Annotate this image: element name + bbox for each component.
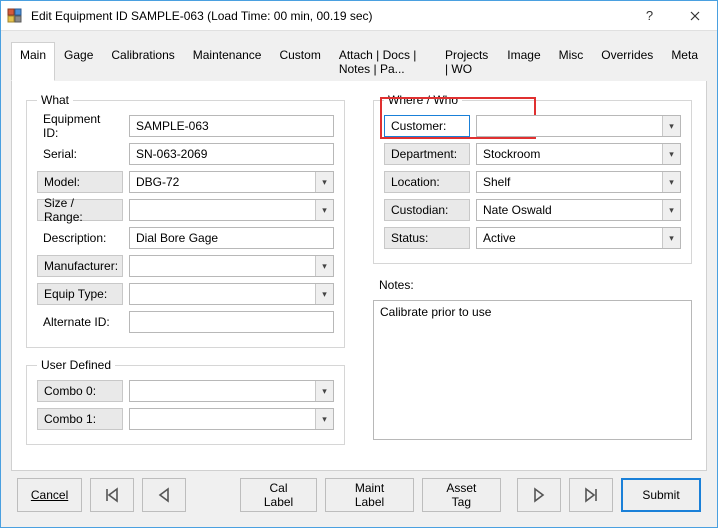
department-combo[interactable] bbox=[476, 143, 681, 165]
equip-type-combo[interactable] bbox=[129, 283, 334, 305]
group-where-who: Where / Who Customer: ▾ Department: bbox=[373, 93, 692, 264]
chevron-down-icon[interactable]: ▾ bbox=[315, 256, 333, 276]
asset-tag-button[interactable]: Asset Tag bbox=[422, 478, 501, 512]
tab-gage[interactable]: Gage bbox=[55, 42, 102, 81]
tab-attach[interactable]: Attach | Docs | Notes | Pa... bbox=[330, 42, 436, 81]
custodian-combo[interactable] bbox=[476, 199, 681, 221]
serial-field[interactable] bbox=[129, 143, 334, 165]
label-custodian[interactable]: Custodian: bbox=[384, 199, 470, 221]
tab-overrides[interactable]: Overrides bbox=[592, 42, 662, 81]
label-equip-type[interactable]: Equip Type: bbox=[37, 283, 123, 305]
group-what-legend: What bbox=[37, 93, 73, 107]
group-user-defined: User Defined Combo 0: ▾ Combo 1: bbox=[26, 358, 345, 445]
label-location[interactable]: Location: bbox=[384, 171, 470, 193]
label-department[interactable]: Department: bbox=[384, 143, 470, 165]
label-description: Description: bbox=[37, 227, 123, 249]
titlebar: Edit Equipment ID SAMPLE-063 (Load Time:… bbox=[1, 1, 717, 31]
chevron-down-icon[interactable]: ▾ bbox=[662, 200, 680, 220]
size-range-combo[interactable] bbox=[129, 199, 334, 221]
tab-main[interactable]: Main bbox=[11, 42, 55, 81]
first-record-button[interactable] bbox=[90, 478, 134, 512]
chevron-down-icon[interactable]: ▾ bbox=[662, 228, 680, 248]
tab-custom[interactable]: Custom bbox=[270, 42, 329, 81]
label-alternate-id: Alternate ID: bbox=[37, 311, 123, 333]
location-combo[interactable] bbox=[476, 171, 681, 193]
last-record-button[interactable] bbox=[569, 478, 613, 512]
label-serial: Serial: bbox=[37, 143, 123, 165]
label-equipment-id: Equipment ID: bbox=[37, 115, 123, 137]
model-combo[interactable] bbox=[129, 171, 334, 193]
cancel-button[interactable]: Cancel bbox=[17, 478, 82, 512]
label-combo1[interactable]: Combo 1: bbox=[37, 408, 123, 430]
window: Edit Equipment ID SAMPLE-063 (Load Time:… bbox=[0, 0, 718, 528]
notes-field[interactable] bbox=[373, 300, 692, 440]
chevron-down-icon[interactable]: ▾ bbox=[662, 144, 680, 164]
status-combo[interactable] bbox=[476, 227, 681, 249]
submit-button[interactable]: Submit bbox=[621, 478, 701, 512]
tab-panel-main: What Equipment ID: Serial: Model: bbox=[11, 81, 707, 471]
tab-projects[interactable]: Projects | WO bbox=[436, 42, 498, 81]
chevron-down-icon[interactable]: ▾ bbox=[315, 381, 333, 401]
group-where-legend: Where / Who bbox=[384, 93, 462, 107]
description-field[interactable] bbox=[129, 227, 334, 249]
equipment-id-field[interactable] bbox=[129, 115, 334, 137]
chevron-down-icon[interactable]: ▾ bbox=[315, 284, 333, 304]
label-manufacturer[interactable]: Manufacturer: bbox=[37, 255, 123, 277]
next-record-button[interactable] bbox=[517, 478, 561, 512]
label-combo0[interactable]: Combo 0: bbox=[37, 380, 123, 402]
combo1-field[interactable] bbox=[129, 408, 334, 430]
label-model[interactable]: Model: bbox=[37, 171, 123, 193]
app-icon bbox=[7, 8, 23, 24]
tab-strip: Main Gage Calibrations Maintenance Custo… bbox=[11, 41, 707, 81]
tab-misc[interactable]: Misc bbox=[550, 42, 593, 81]
chevron-down-icon[interactable]: ▾ bbox=[315, 200, 333, 220]
chevron-down-icon[interactable]: ▾ bbox=[662, 116, 680, 136]
right-column: Where / Who Customer: ▾ Department: bbox=[373, 93, 692, 460]
manufacturer-combo[interactable] bbox=[129, 255, 334, 277]
tab-calibrations[interactable]: Calibrations bbox=[102, 42, 183, 81]
label-notes: Notes: bbox=[373, 274, 420, 296]
tab-image[interactable]: Image bbox=[498, 42, 549, 81]
chevron-down-icon[interactable]: ▾ bbox=[662, 172, 680, 192]
combo0-field[interactable] bbox=[129, 380, 334, 402]
cal-label-button[interactable]: Cal Label bbox=[240, 478, 318, 512]
label-customer[interactable]: Customer: bbox=[384, 115, 470, 137]
close-button[interactable] bbox=[672, 1, 717, 31]
group-what: What Equipment ID: Serial: Model: bbox=[26, 93, 345, 348]
label-size-range[interactable]: Size / Range: bbox=[37, 199, 123, 221]
maint-label-button[interactable]: Maint Label bbox=[325, 478, 413, 512]
client-area: Main Gage Calibrations Maintenance Custo… bbox=[1, 31, 717, 527]
prev-record-button[interactable] bbox=[142, 478, 186, 512]
help-button[interactable]: ? bbox=[627, 1, 672, 31]
chevron-down-icon[interactable]: ▾ bbox=[315, 172, 333, 192]
chevron-down-icon[interactable]: ▾ bbox=[315, 409, 333, 429]
label-status[interactable]: Status: bbox=[384, 227, 470, 249]
window-title: Edit Equipment ID SAMPLE-063 (Load Time:… bbox=[29, 9, 627, 23]
tab-meta[interactable]: Meta bbox=[662, 42, 707, 81]
alternate-id-field[interactable] bbox=[129, 311, 334, 333]
footer: Cancel Cal Label Maint Label Asset Tag S… bbox=[11, 471, 707, 519]
group-user-defined-legend: User Defined bbox=[37, 358, 115, 372]
tab-maintenance[interactable]: Maintenance bbox=[184, 42, 271, 81]
customer-combo[interactable] bbox=[476, 115, 681, 137]
left-column: What Equipment ID: Serial: Model: bbox=[26, 93, 345, 460]
